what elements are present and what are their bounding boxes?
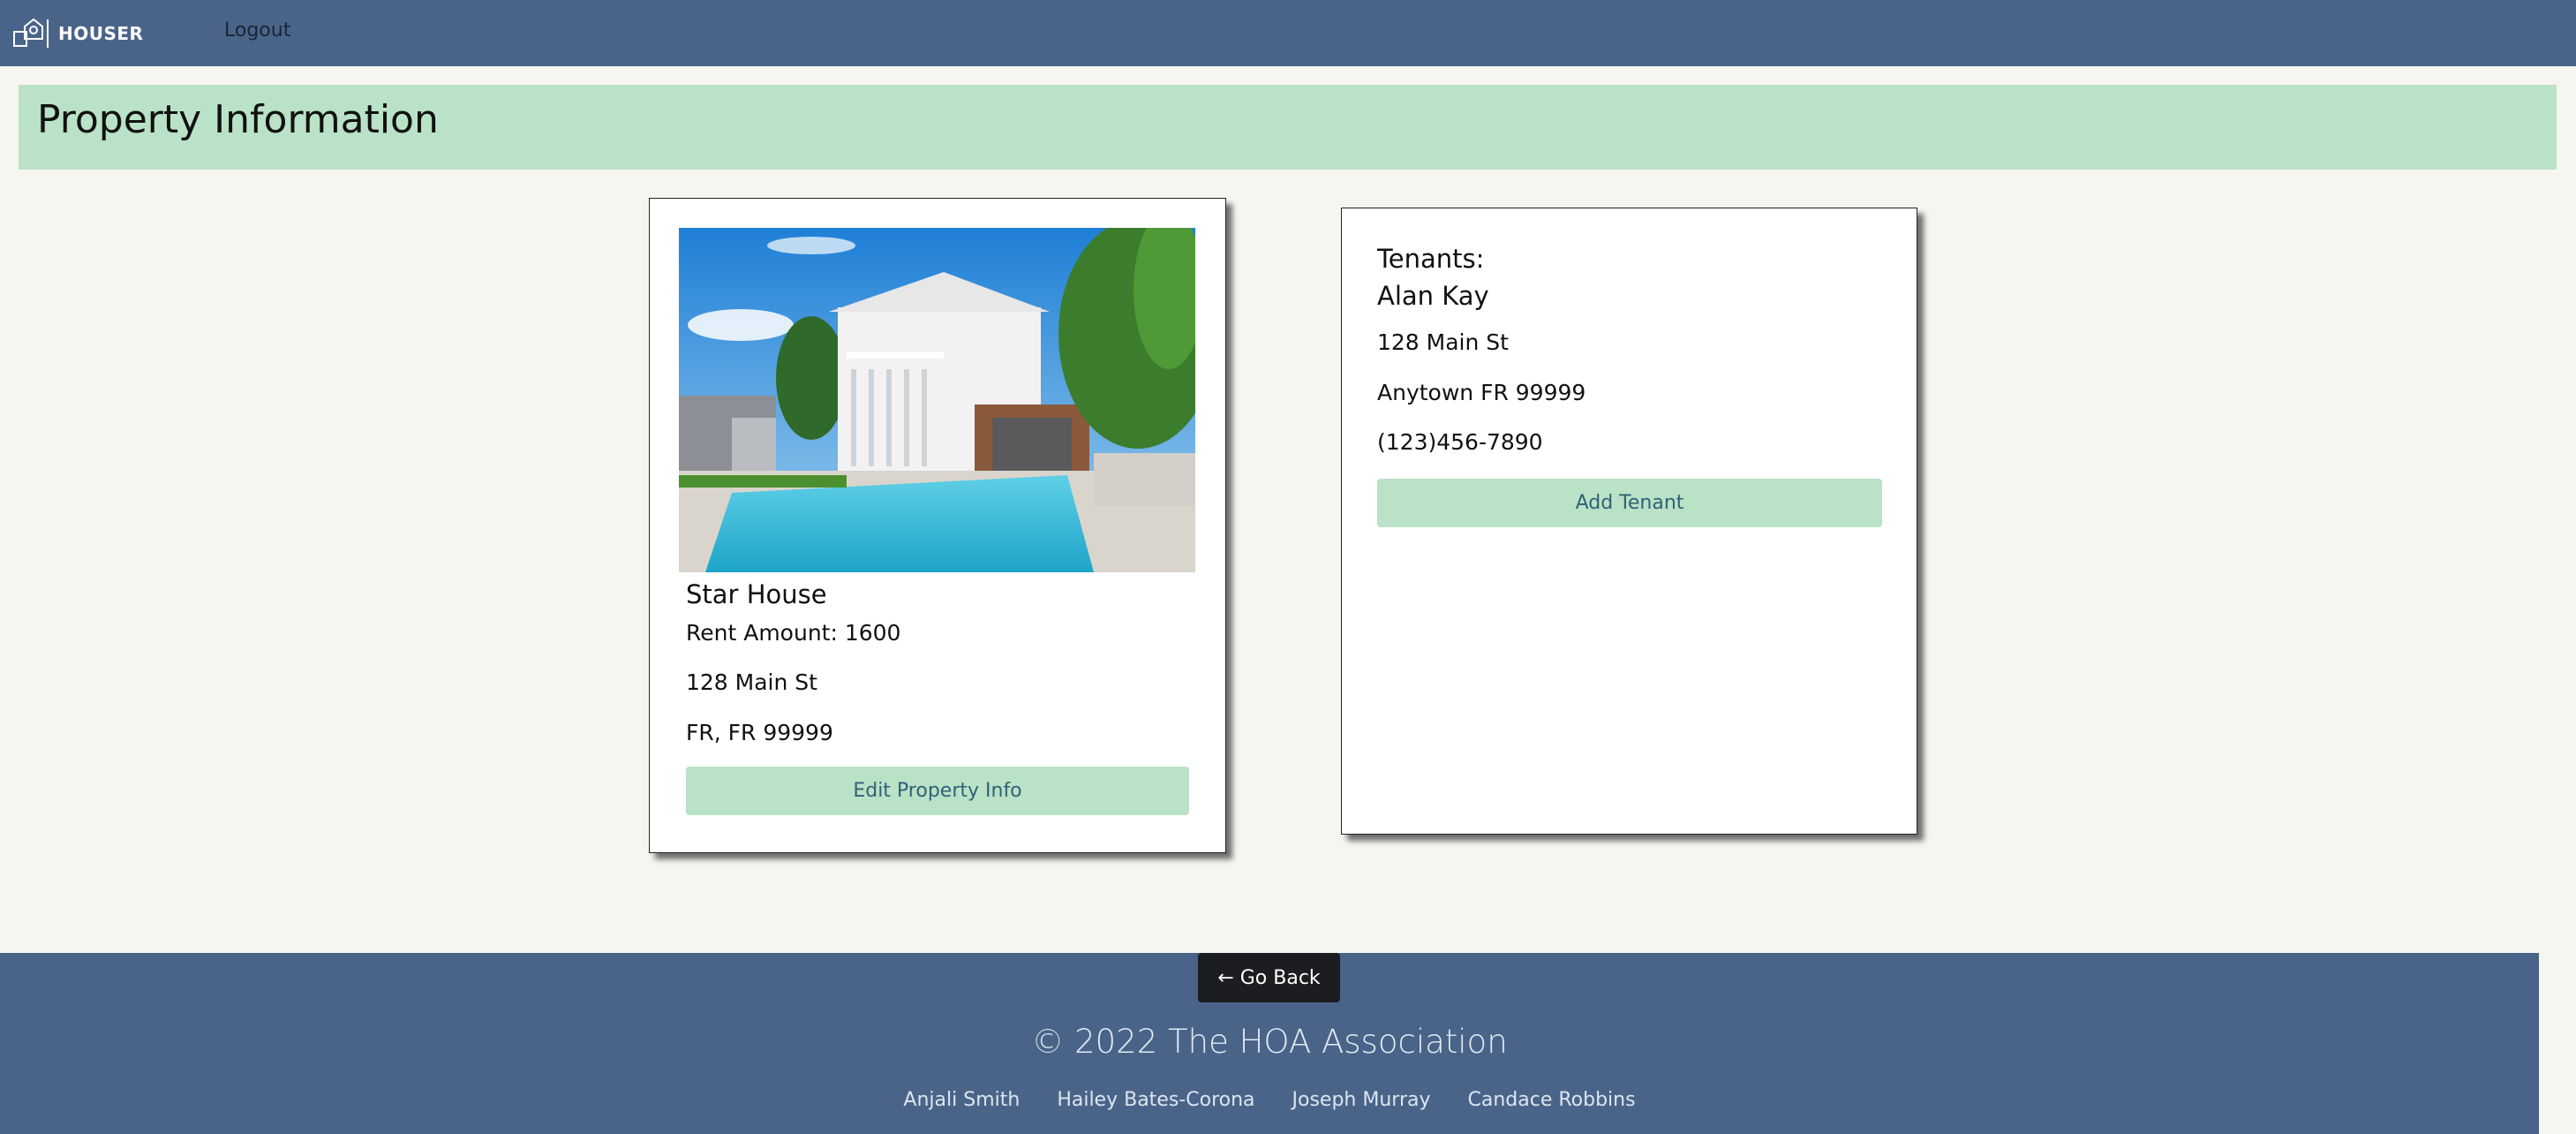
brand-logo[interactable]: HOUSER: [12, 18, 143, 49]
author-links: Anjali Smith Hailey Bates-Corona Joseph …: [0, 1089, 2539, 1111]
go-back-button[interactable]: ← Go Back: [1198, 953, 1340, 1002]
page-header: Property Information: [19, 85, 2557, 170]
property-city-state-zip: FR, FR 99999: [686, 720, 833, 745]
house-logo-icon: [13, 18, 49, 48]
add-tenant-button[interactable]: Add Tenant: [1377, 479, 1882, 527]
author-link[interactable]: Candace Robbins: [1468, 1089, 1636, 1111]
tenant-street: 128 Main St: [1377, 329, 1509, 355]
author-link[interactable]: Hailey Bates-Corona: [1057, 1089, 1254, 1111]
property-rent: Rent Amount: 1600: [686, 620, 901, 646]
page-title: Property Information: [37, 97, 439, 142]
brand-name: HOUSER: [58, 23, 144, 44]
author-link[interactable]: Anjali Smith: [903, 1089, 1020, 1111]
tenants-heading: Tenants:: [1377, 244, 1485, 274]
tenant-city-state-zip: Anytown FR 99999: [1377, 380, 1586, 405]
edit-property-button[interactable]: Edit Property Info: [686, 767, 1189, 815]
property-street: 128 Main St: [686, 669, 817, 695]
tenant-name: Alan Kay: [1377, 281, 1489, 311]
tenant-phone: (123)456-7890: [1377, 429, 1543, 455]
navbar: HOUSER Logout: [0, 0, 2576, 66]
property-card: Star House Rent Amount: 1600 128 Main St…: [649, 198, 1226, 853]
property-name: Star House: [686, 579, 827, 609]
property-photo: [679, 228, 1195, 572]
logout-link[interactable]: Logout: [224, 19, 290, 42]
author-link[interactable]: Joseph Murray: [1292, 1089, 1431, 1111]
tenants-card: Tenants: Alan Kay 128 Main St Anytown FR…: [1341, 208, 1917, 835]
copyright-text: © 2022 The HOA Association: [1031, 1023, 1508, 1061]
